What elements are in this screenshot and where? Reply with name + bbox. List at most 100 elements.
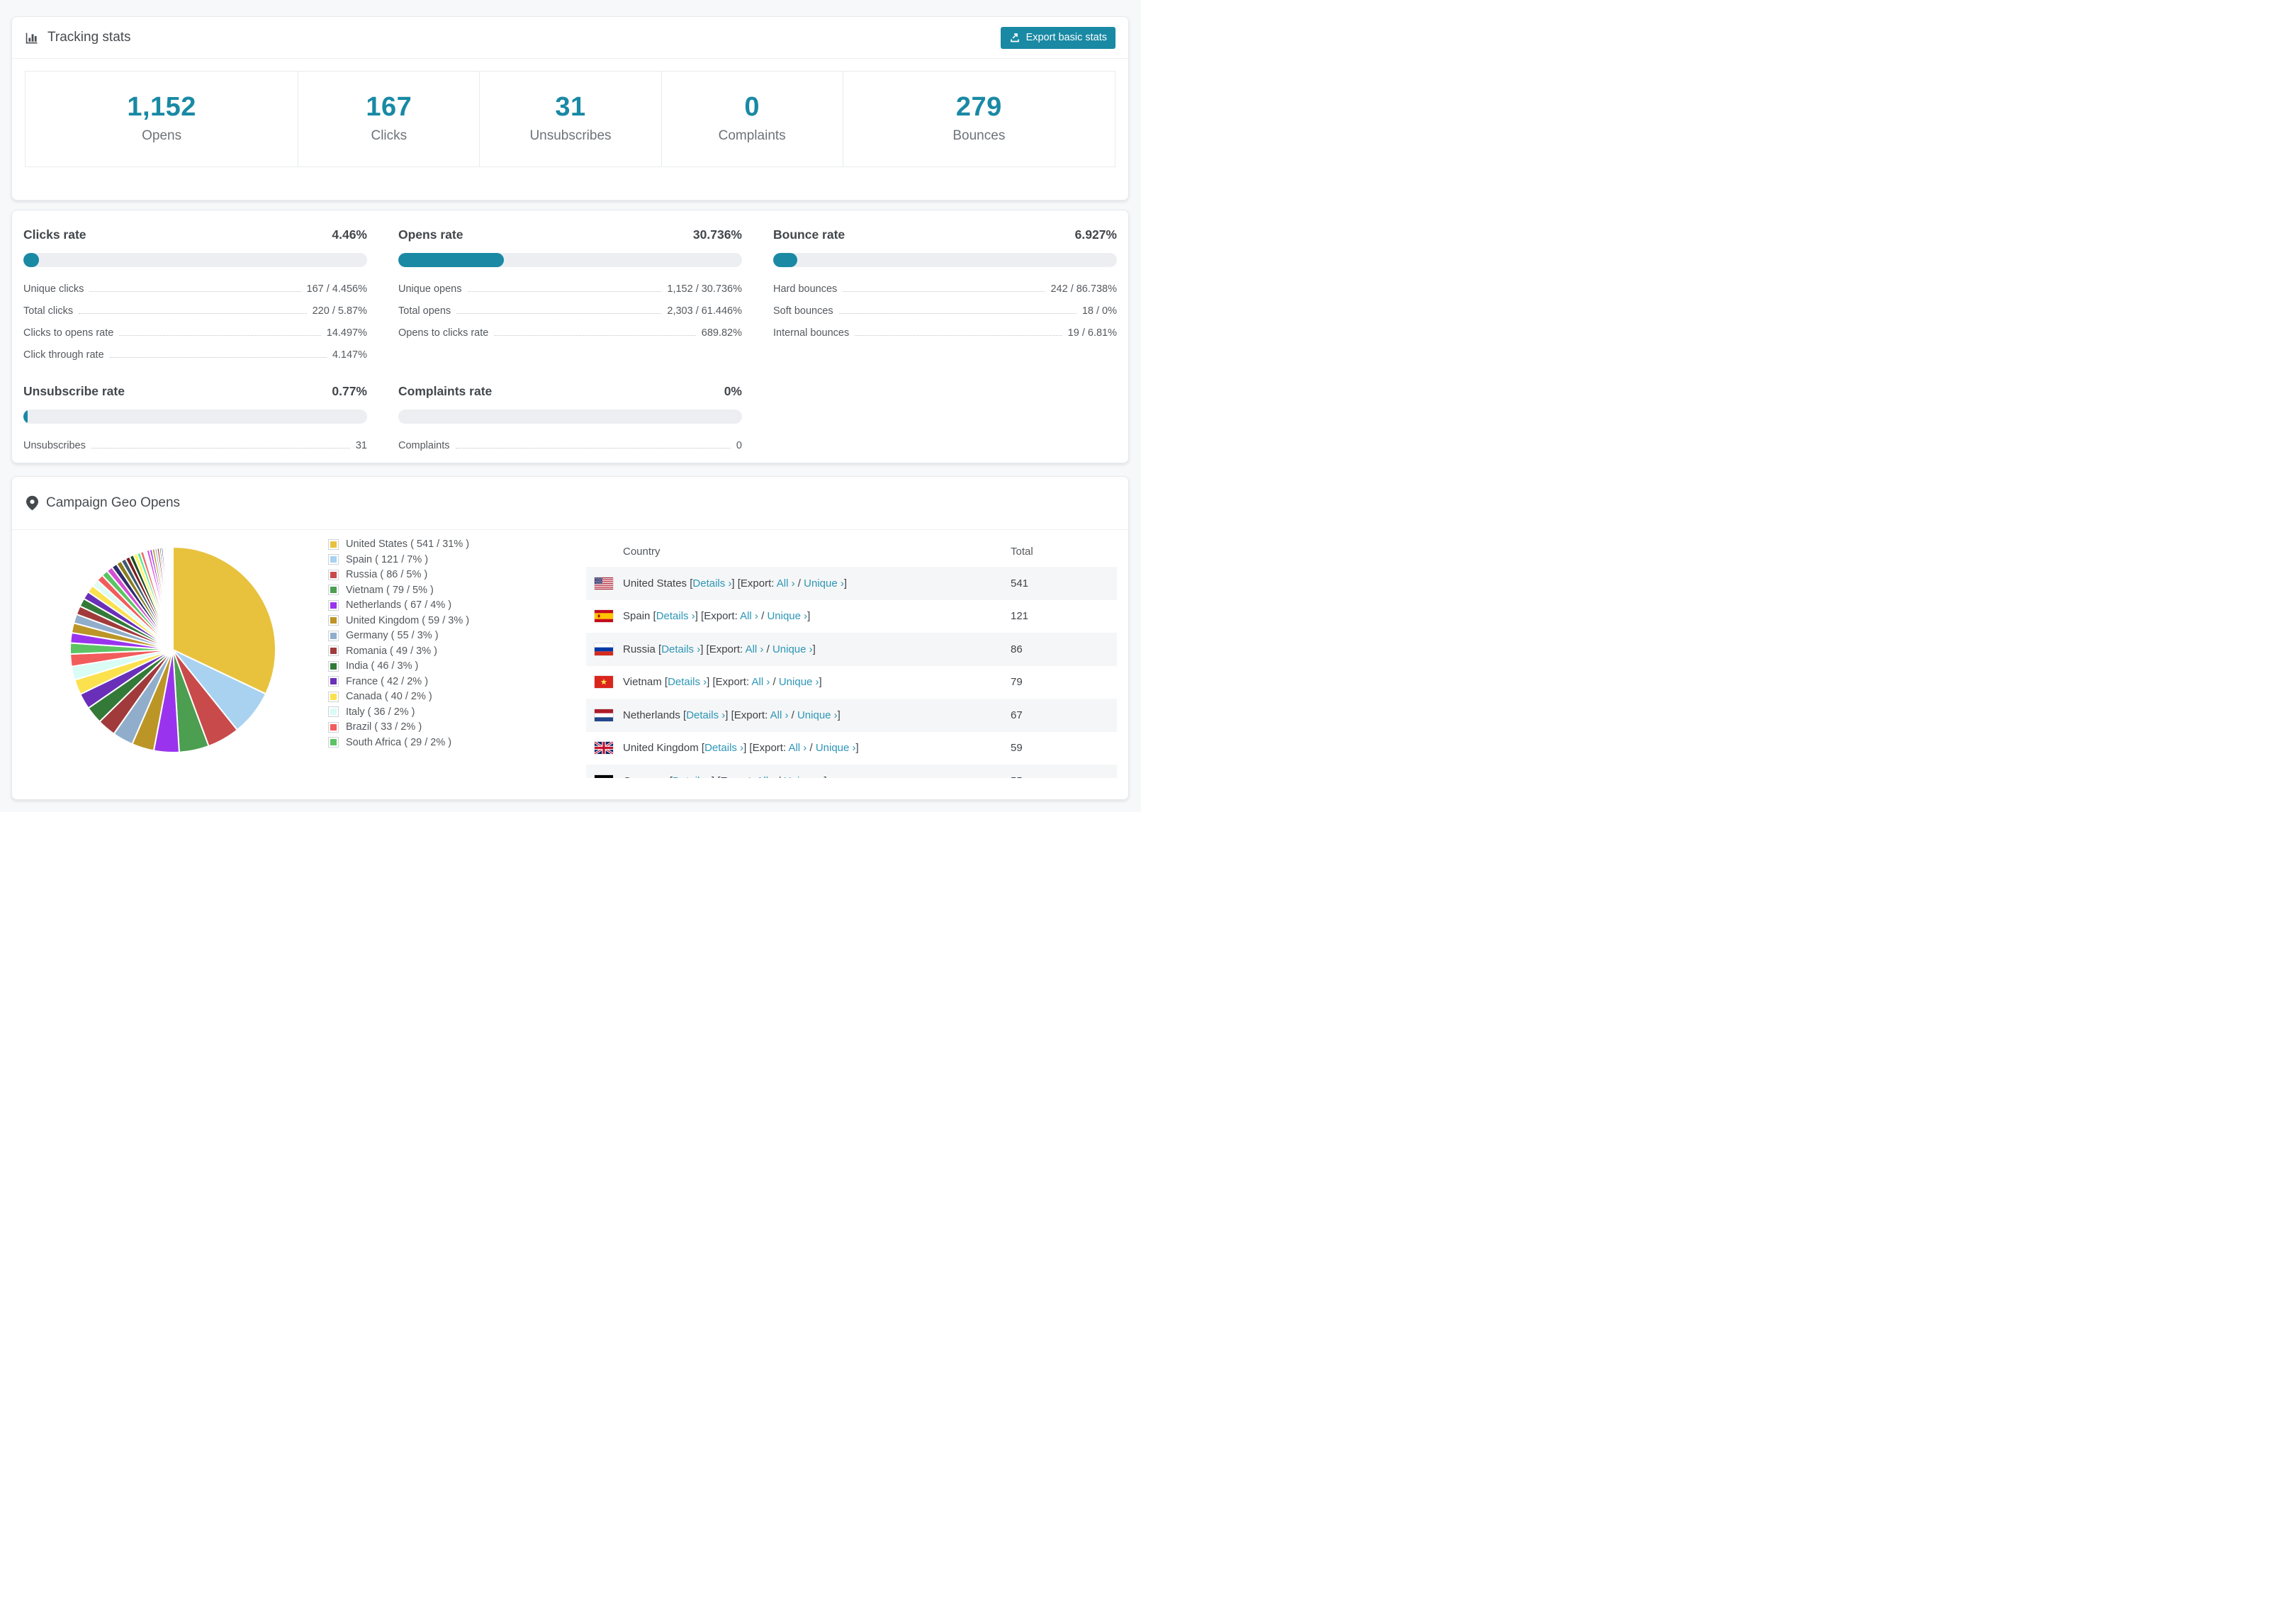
details-link[interactable]: Details › — [656, 610, 695, 622]
total-cell: 55 — [1011, 775, 1117, 778]
legend-item[interactable]: Germany ( 55 / 3% ) — [328, 630, 573, 641]
summary-value: 1,152 — [127, 92, 196, 122]
legend-item[interactable]: Romania ( 49 / 3% ) — [328, 645, 573, 657]
rate-detail-label: Total opens — [398, 305, 451, 317]
legend-item[interactable]: Italy ( 36 / 2% ) — [328, 706, 573, 718]
geo-table-row: Germany [Details ›] [Export: All › / Uni… — [586, 765, 1117, 778]
geo-table: Country Total United States [Details ›] … — [586, 536, 1117, 778]
dotted-leader — [119, 334, 321, 336]
bounce-rate-block: Bounce rate 6.927% Hard bounces 242 / 86.73… — [773, 227, 1117, 366]
export-unique-link[interactable]: Unique › — [772, 643, 813, 655]
legend-swatch — [328, 538, 339, 550]
legend-item[interactable]: Spain ( 121 / 7% ) — [328, 554, 573, 565]
details-link[interactable]: Details › — [668, 676, 707, 688]
dotted-leader — [855, 334, 1062, 336]
export-unique-link[interactable]: Unique › — [784, 775, 824, 778]
legend-item[interactable]: Netherlands ( 67 / 4% ) — [328, 599, 573, 611]
geo-table-row: Vietnam [Details ›] [Export: All › / Uni… — [586, 666, 1117, 699]
unsubscribe-rate-progress-track — [23, 410, 367, 424]
export-all-link[interactable]: All › — [740, 610, 758, 622]
export-all-link[interactable]: All › — [751, 676, 770, 688]
opens-rate-progress-fill — [398, 253, 505, 267]
summary-bounces: 279 Bounces — [842, 72, 1115, 167]
legend-item[interactable]: Brazil ( 33 / 2% ) — [328, 721, 573, 733]
summary-value: 31 — [555, 92, 586, 122]
export-unique-link[interactable]: Unique › — [767, 610, 807, 622]
export-unique-link[interactable]: Unique › — [804, 577, 844, 590]
legend-item[interactable]: United States ( 541 / 31% ) — [328, 538, 573, 550]
gb-flag-icon — [594, 740, 614, 755]
legend-label: Netherlands ( 67 / 4% ) — [346, 599, 452, 611]
total-cell: 67 — [1011, 709, 1023, 721]
legend-swatch — [328, 737, 339, 748]
column-header-country: Country — [623, 545, 661, 558]
summary-opens: 1,152 Opens — [26, 72, 298, 167]
country-cell: Netherlands [Details ›] [Export: All › /… — [623, 709, 841, 721]
rate-detail-value: 0 — [736, 439, 742, 451]
rate-detail-row: Total opens 2,303 / 61.446% — [398, 300, 742, 322]
geo-pie-chart[interactable] — [67, 544, 279, 755]
total-cell: 59 — [1011, 742, 1023, 755]
rate-title: Bounce rate — [773, 227, 845, 242]
geo-table-rows: United States [Details ›] [Export: All ›… — [586, 567, 1117, 778]
legend-item[interactable]: Canada ( 40 / 2% ) — [328, 691, 573, 702]
export-basic-stats-button[interactable]: Export basic stats — [1000, 26, 1115, 49]
opens-rate-block: Opens rate 30.736% Unique opens 1,152 / 30.… — [398, 227, 742, 366]
pie-slice[interactable] — [172, 546, 174, 650]
tracking-stats-header: Tracking stats Export basic stats — [12, 17, 1128, 59]
rate-detail-row: Unique clicks 167 / 4.456% — [23, 278, 367, 300]
export-all-link[interactable]: All › — [746, 643, 764, 655]
legend-swatch — [328, 599, 339, 611]
export-all-link[interactable]: All › — [788, 742, 806, 754]
clicks-rate-block: Clicks rate 4.46% Unique clicks 167 / 4.456… — [23, 227, 367, 366]
dotted-leader — [456, 312, 662, 314]
tracking-stats-title-wrap: Tracking stats — [25, 30, 131, 45]
legend-item[interactable]: Russia ( 86 / 5% ) — [328, 569, 573, 580]
rate-detail-row: Unique opens 1,152 / 30.736% — [398, 278, 742, 300]
rate-detail-row: Click through rate 4.147% — [23, 344, 367, 366]
export-all-link[interactable]: All › — [770, 709, 789, 721]
export-unique-link[interactable]: Unique › — [779, 676, 819, 688]
summary-label: Opens — [142, 128, 182, 143]
details-link[interactable]: Details › — [704, 742, 743, 754]
rate-detail-value: 167 / 4.456% — [306, 283, 367, 295]
rate-detail-label: Complaints — [398, 439, 450, 451]
legend-swatch — [328, 585, 339, 595]
rate-detail-value: 242 / 86.738% — [1050, 283, 1117, 295]
export-unique-link[interactable]: Unique › — [797, 709, 838, 721]
rate-value: 6.927% — [1074, 227, 1117, 242]
legend-item[interactable]: South Africa ( 29 / 2% ) — [328, 737, 573, 748]
geo-table-header: Country Total — [586, 536, 1117, 567]
rate-detail-row: Soft bounces 18 / 0% — [773, 300, 1117, 322]
country-cell: Spain [Details ›] [Export: All › / Uniqu… — [623, 610, 811, 623]
details-link[interactable]: Details › — [686, 709, 725, 721]
legend-label: South Africa ( 29 / 2% ) — [346, 736, 452, 748]
details-link[interactable]: Details › — [661, 643, 700, 655]
page-title: Tracking stats — [47, 30, 131, 45]
de-flag-icon — [595, 774, 613, 778]
legend-item[interactable]: Vietnam ( 79 / 5% ) — [328, 585, 573, 596]
rate-detail-label: Hard bounces — [773, 283, 838, 295]
rate-detail-label: Unique opens — [398, 283, 462, 295]
legend-item[interactable]: France ( 42 / 2% ) — [328, 676, 573, 687]
dotted-leader — [838, 312, 1077, 314]
legend-item[interactable]: India ( 46 / 3% ) — [328, 660, 573, 672]
dotted-leader — [494, 334, 696, 336]
rate-detail-label: Unsubscribes — [23, 439, 86, 451]
details-link[interactable]: Details › — [692, 577, 731, 590]
rate-detail-label: Unique clicks — [23, 283, 84, 295]
export-unique-link[interactable]: Unique › — [816, 742, 856, 754]
rate-title: Complaints rate — [398, 384, 493, 398]
rate-detail-value: 31 — [355, 439, 367, 451]
complaints-rate-block: Complaints rate 0% Complaints 0 — [398, 384, 742, 456]
legend-label: Romania ( 49 / 3% ) — [346, 645, 437, 657]
total-cell: 86 — [1011, 643, 1023, 655]
export-all-link[interactable]: All › — [777, 577, 795, 590]
export-all-link[interactable]: All › — [756, 775, 775, 778]
summary-clicks: 167 Clicks — [298, 72, 479, 167]
tracking-stats-card: Tracking stats Export basic stats 1,152 O… — [11, 16, 1129, 201]
geo-table-row: United Kingdom [Details ›] [Export: All … — [586, 732, 1117, 765]
legend-item[interactable]: United Kingdom ( 59 / 3% ) — [328, 615, 573, 626]
legend-swatch — [328, 721, 339, 733]
details-link[interactable]: Details › — [673, 775, 712, 778]
